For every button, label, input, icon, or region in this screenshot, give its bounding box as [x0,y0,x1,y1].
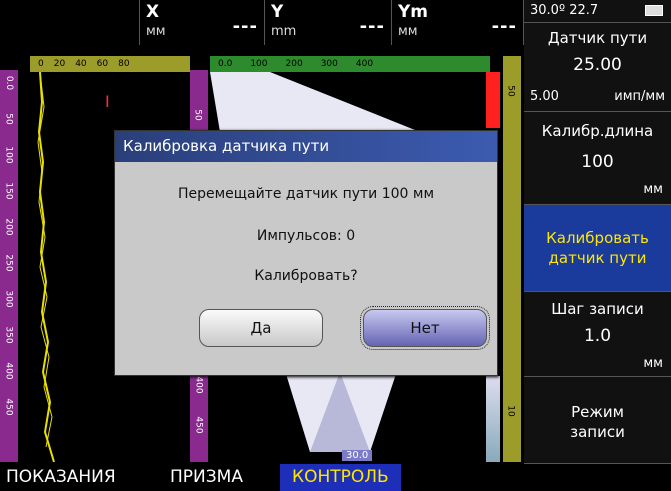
dialog-line-question: Калибровать? [254,268,358,284]
dialog-title: Калибровка датчика пути [115,131,497,162]
y-label: Y [271,2,284,22]
left-vertical-ruler: 0.0 50 100 150 200 250 300 350 400 450 [0,70,18,462]
pulse-left: 5.00 [530,89,559,104]
dialog-line-move: Перемещайте датчик пути 100 мм [177,186,435,202]
step-panel[interactable]: Шаг записи 1.0 мм [524,292,671,377]
step-value: 1.0 [583,326,612,346]
ym-unit: мм [398,24,418,39]
right-vertical-ruler: 50 10 [503,56,521,462]
calibrate-button[interactable]: Калибровать датчик пути [524,205,671,292]
calib-length-title: Калибр.длина [541,122,654,140]
tab-prism[interactable]: ПРИЗМА [170,464,243,491]
yes-button[interactable]: Да [199,309,323,347]
y-value: --- [359,16,385,37]
calibration-dialog: Калибровка датчика пути Перемещайте датч… [114,130,498,376]
pulse-unit: имп/мм [614,89,665,104]
step-unit: мм [643,356,663,371]
x-unit: мм [146,24,166,39]
tab-readings[interactable]: ПОКАЗАНИЯ [6,464,116,491]
step-title: Шаг записи [551,300,644,318]
header-x: X мм --- [140,0,265,45]
y-unit: mm [271,24,297,39]
battery-icon [645,5,663,16]
record-mode-line1: Режим [571,403,624,421]
x-value: --- [232,16,258,37]
x-label: X [146,2,160,22]
sector-angle-label: 30.0 [342,450,373,461]
calib-length-value: 100 [581,152,614,172]
sensor-panel[interactable]: Датчик пути 25.00 5.00 имп/мм [524,23,671,112]
calibrate-line1: Калибровать [546,229,649,247]
sensor-title: Датчик пути [547,29,648,47]
ym-value: --- [491,16,517,37]
dialog-line-pulses: Импульсов: 0 [256,228,356,244]
blue-gradient-bar [486,376,500,462]
no-button[interactable]: Нет [360,306,490,350]
red-marker-bar [486,72,500,128]
tab-control[interactable]: КОНТРОЛЬ [280,464,401,491]
record-mode-line2: записи [570,423,625,441]
header-spacer [0,0,140,45]
cursor-marker: I [105,92,110,111]
a-scan-trace [37,72,55,462]
calibrate-line2: датчик пути [548,249,647,267]
record-mode-button[interactable]: Режим записи [524,377,671,464]
ym-label: Ym [398,2,429,22]
left-top-ruler-ticks: 0 20 40 60 80 [38,59,130,69]
main-top-ruler: 0.0 100 200 300 400 [210,56,490,72]
status-bar: 30.0º 22.7 [524,0,671,23]
left-top-ruler: 0 20 40 60 80 [30,56,190,72]
header-ym: Ym мм --- [392,0,524,45]
status-text: 30.0º 22.7 [530,3,599,18]
calib-length-panel[interactable]: Калибр.длина 100 мм [524,112,671,205]
header-y: Y mm --- [265,0,392,45]
sensor-value: 25.00 [573,55,622,75]
calib-length-unit: мм [643,182,663,197]
